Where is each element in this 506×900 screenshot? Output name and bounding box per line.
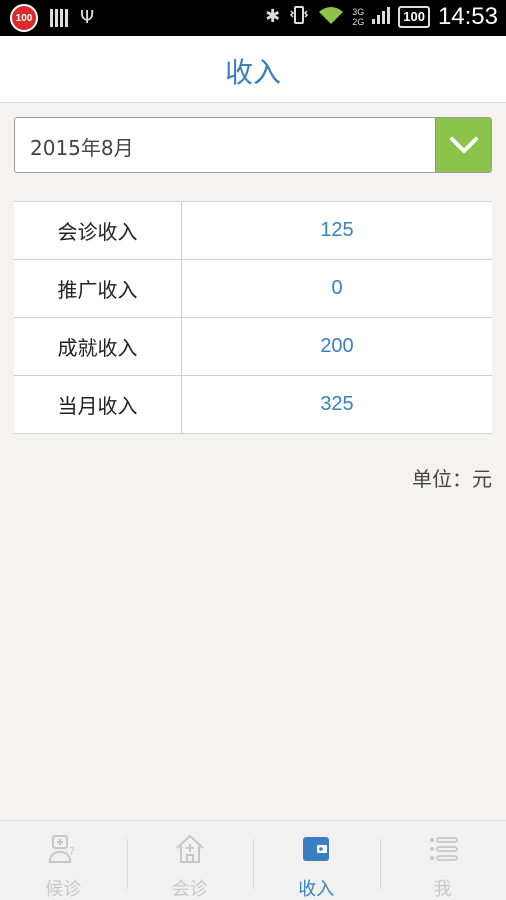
app-header: 收入: [0, 36, 506, 103]
notification-badge-icon: 100: [10, 4, 38, 32]
row-label: 会诊收入: [14, 202, 182, 259]
tab-income[interactable]: 收入: [253, 821, 380, 900]
tab-me[interactable]: 我: [379, 821, 506, 900]
battery-icon: 100: [398, 6, 430, 28]
clinic-house-icon: [174, 833, 206, 865]
signal-icon: [372, 5, 391, 29]
svg-text:?: ?: [69, 845, 75, 858]
row-label: 推广收入: [14, 260, 182, 317]
month-value: 2015年8月: [30, 136, 134, 160]
income-table: 会诊收入 125 推广收入 0 成就收入 200 当月收入 325: [14, 201, 492, 434]
tab-waiting[interactable]: ? 候诊: [0, 821, 127, 900]
row-value: 125: [320, 219, 354, 241]
bottom-tab-bar: ? 候诊 会诊 收入 我: [0, 820, 506, 900]
month-dropdown[interactable]: 2015年8月: [14, 117, 492, 173]
table-row: 推广收入 0: [14, 260, 492, 318]
chevron-down-icon: [449, 137, 478, 153]
table-row: 成就收入 200: [14, 318, 492, 376]
unit-note: 单位：元: [412, 467, 492, 491]
table-row: 当月收入 325: [14, 376, 492, 434]
dropdown-button[interactable]: [435, 118, 491, 172]
list-menu-icon: [427, 833, 459, 865]
tab-label: 我: [433, 879, 452, 900]
wifi-icon: [318, 4, 344, 30]
row-value: 325: [320, 393, 354, 415]
wallet-icon: [300, 833, 332, 865]
tab-label: 收入: [298, 879, 335, 900]
network-type: 3G 2G: [352, 7, 365, 27]
status-bar-right: ✱ 3G 2G 100 14:53: [265, 3, 498, 31]
sim-card-icon: [50, 9, 68, 27]
row-value: 0: [331, 277, 343, 299]
table-row: 会诊收入 125: [14, 202, 492, 260]
tab-consultation[interactable]: 会诊: [126, 821, 254, 900]
clock: 14:53: [437, 3, 498, 30]
row-label: 当月收入: [14, 376, 182, 433]
status-bar-left: 100 Ψ: [10, 4, 94, 32]
tab-label: 候诊: [45, 879, 82, 900]
page-title: 收入: [224, 56, 281, 89]
vibrate-icon: [288, 4, 310, 30]
doctor-icon: ?: [47, 833, 79, 865]
row-value: 200: [320, 335, 354, 357]
bluetooth-icon: ✱: [265, 6, 281, 27]
tab-label: 会诊: [171, 879, 208, 900]
usb-icon: Ψ: [80, 7, 95, 28]
row-label: 成就收入: [14, 318, 182, 375]
status-bar: 100 Ψ ✱ 3G 2G 100 14:53: [0, 0, 506, 36]
